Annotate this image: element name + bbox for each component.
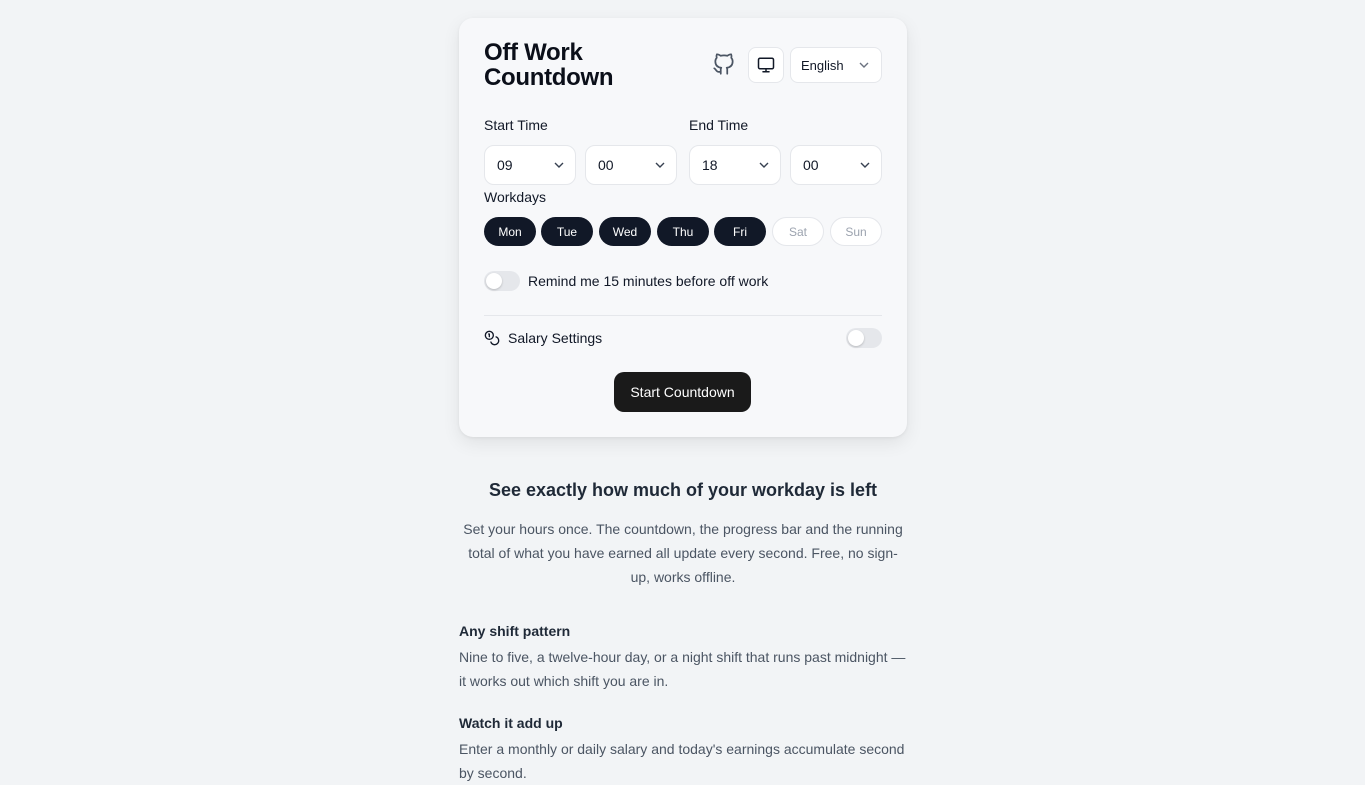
end-minute-select[interactable]: 00 [790, 145, 882, 185]
app-title: Off Work Countdown [484, 39, 614, 91]
chevron-down-icon [859, 62, 869, 68]
language-value: English [801, 57, 844, 73]
remind-toggle[interactable] [484, 271, 520, 291]
toggle-knob [486, 273, 502, 289]
monitor-icon [757, 57, 775, 73]
workdays-label: Workdays [484, 189, 546, 205]
toggle-knob [848, 330, 864, 346]
start-minute-value: 00 [598, 157, 614, 173]
start-countdown-button[interactable]: Start Countdown [614, 372, 751, 412]
end-time-label: End Time [689, 117, 749, 133]
start-hour-select[interactable]: 09 [484, 145, 576, 185]
feature-description: Enter a monthly or daily salary and toda… [459, 741, 905, 781]
chevron-down-icon [554, 162, 564, 168]
day-sun-button[interactable]: Sun [830, 217, 882, 246]
start-hour-value: 09 [497, 157, 513, 173]
github-icon[interactable] [711, 51, 737, 77]
day-mon-button[interactable]: Mon [484, 217, 536, 246]
end-hour-value: 18 [702, 157, 718, 173]
theme-toggle-button[interactable] [748, 47, 784, 83]
day-sat-button[interactable]: Sat [772, 217, 824, 246]
day-tue-button[interactable]: Tue [541, 217, 593, 246]
feature-title: Any shift pattern [459, 623, 571, 639]
chevron-down-icon [860, 162, 870, 168]
coins-icon [484, 330, 500, 346]
chevron-down-icon [655, 162, 665, 168]
divider [484, 315, 882, 316]
end-minute-value: 00 [803, 157, 819, 173]
settings-card: Off Work Countdown English Start Time En… [459, 18, 907, 437]
start-minute-select[interactable]: 00 [585, 145, 677, 185]
intro-text: Set your hours once. The countdown, the … [463, 521, 903, 585]
chevron-down-icon [759, 162, 769, 168]
feature-title: Watch it add up [459, 715, 563, 731]
day-thu-button[interactable]: Thu [657, 217, 709, 246]
language-select[interactable]: English [790, 47, 882, 83]
feature-description: Nine to five, a twelve-hour day, or a ni… [459, 649, 906, 689]
day-fri-button[interactable]: Fri [714, 217, 766, 246]
start-time-label: Start Time [484, 117, 548, 133]
remind-label: Remind me 15 minutes before off work [528, 273, 769, 289]
end-hour-select[interactable]: 18 [689, 145, 781, 185]
salary-settings-label: Salary Settings [508, 330, 603, 346]
day-wed-button[interactable]: Wed [599, 217, 651, 246]
headline: See exactly how much of your workday is … [488, 480, 878, 500]
salary-toggle[interactable] [846, 328, 882, 348]
